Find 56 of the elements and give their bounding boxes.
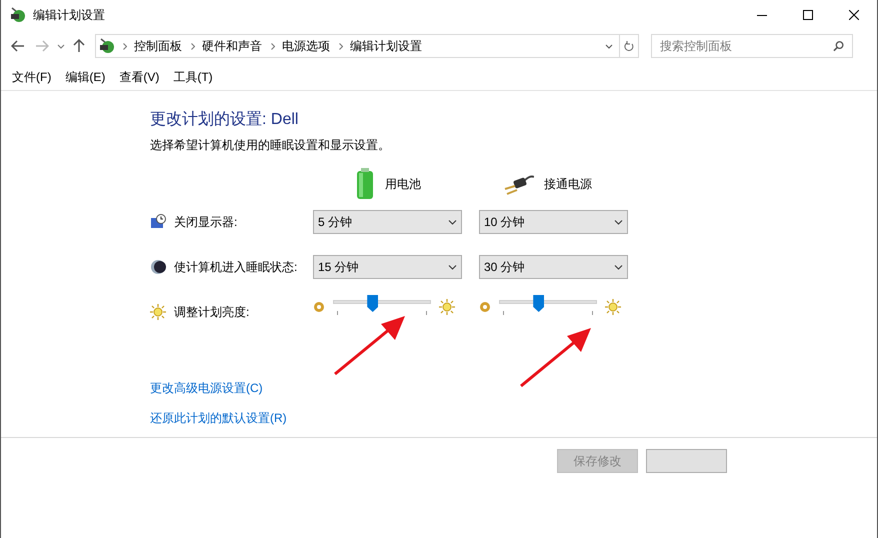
dropdown[interactable]: 15 分钟 <box>313 255 462 279</box>
search-icon <box>832 40 844 52</box>
chevron-down-icon <box>57 44 65 48</box>
back-arrow-icon <box>11 40 25 52</box>
forward-arrow-icon <box>35 40 49 52</box>
maximize-icon <box>803 10 813 20</box>
setting-label: 关闭显示器: <box>174 214 238 231</box>
brightness-icon <box>150 304 166 320</box>
column-heading: 用电池 <box>385 176 421 193</box>
breadcrumb-item[interactable]: 电源选项 <box>282 37 330 55</box>
column-heading: 接通电源 <box>544 176 592 193</box>
search-input[interactable]: 搜索控制面板 <box>660 37 833 55</box>
refresh-icon[interactable] <box>624 40 634 52</box>
chevron-down-icon <box>448 264 457 270</box>
setting-label: 使计算机进入睡眠状态: <box>174 259 298 276</box>
chevron-down-icon[interactable] <box>605 44 613 48</box>
dropdown[interactable]: 10 分钟 <box>479 210 628 234</box>
slider-thumb[interactable] <box>533 295 544 312</box>
link[interactable]: 更改高级电源设置(C) <box>150 380 263 396</box>
address-bar[interactable]: 控制面板 硬件和声音 电源选项 编辑计划设置 <box>95 34 639 58</box>
breadcrumb-item[interactable]: 编辑计划设置 <box>350 37 422 55</box>
brightness-icon <box>605 299 621 315</box>
power-plug-icon <box>504 173 534 195</box>
search-field[interactable]: 搜索控制面板 <box>651 34 853 58</box>
breadcrumb-item[interactable]: 硬件和声音 <box>202 37 262 55</box>
moon-icon <box>150 259 166 275</box>
dropdown[interactable]: 30 分钟 <box>479 255 628 279</box>
menu-item[interactable]: 文件(F) <box>5 68 58 86</box>
chevron-right-icon <box>123 42 127 50</box>
arrow-drawing <box>333 314 405 376</box>
up-arrow-icon <box>73 39 85 53</box>
brightness-icon <box>439 299 455 315</box>
menu-item[interactable]: 编辑(E) <box>58 68 112 86</box>
menu-item[interactable]: 工具(T) <box>166 68 220 86</box>
breadcrumb-item[interactable]: 控制面板 <box>134 37 182 55</box>
monitor-clock-icon <box>150 214 166 230</box>
chevron-down-icon <box>614 264 623 270</box>
chevron-right-icon <box>191 42 195 50</box>
close-icon <box>849 10 859 20</box>
link[interactable]: 还原此计划的默认设置(R) <box>150 410 287 426</box>
chevron-down-icon <box>448 220 457 224</box>
dim-brightness-icon <box>313 301 325 313</box>
menu-item[interactable]: 查看(V) <box>112 68 166 86</box>
chevron-right-icon <box>339 42 343 50</box>
dropdown[interactable]: 5 分钟 <box>313 210 462 234</box>
battery-icon <box>355 168 375 200</box>
arrow-drawing <box>519 326 591 388</box>
page-description: 选择希望计算机使用的睡眠设置和显示设置。 <box>150 137 391 153</box>
slider-thumb[interactable] <box>367 295 378 312</box>
chevron-down-icon <box>614 220 623 224</box>
window-title: 编辑计划设置 <box>33 7 105 24</box>
dim-brightness-icon <box>479 301 491 313</box>
chevron-right-icon <box>271 42 275 50</box>
page-heading: 更改计划的设置: Dell <box>150 110 300 130</box>
setting-label: 调整计划亮度: <box>174 304 250 321</box>
minimize-icon <box>757 14 767 16</box>
